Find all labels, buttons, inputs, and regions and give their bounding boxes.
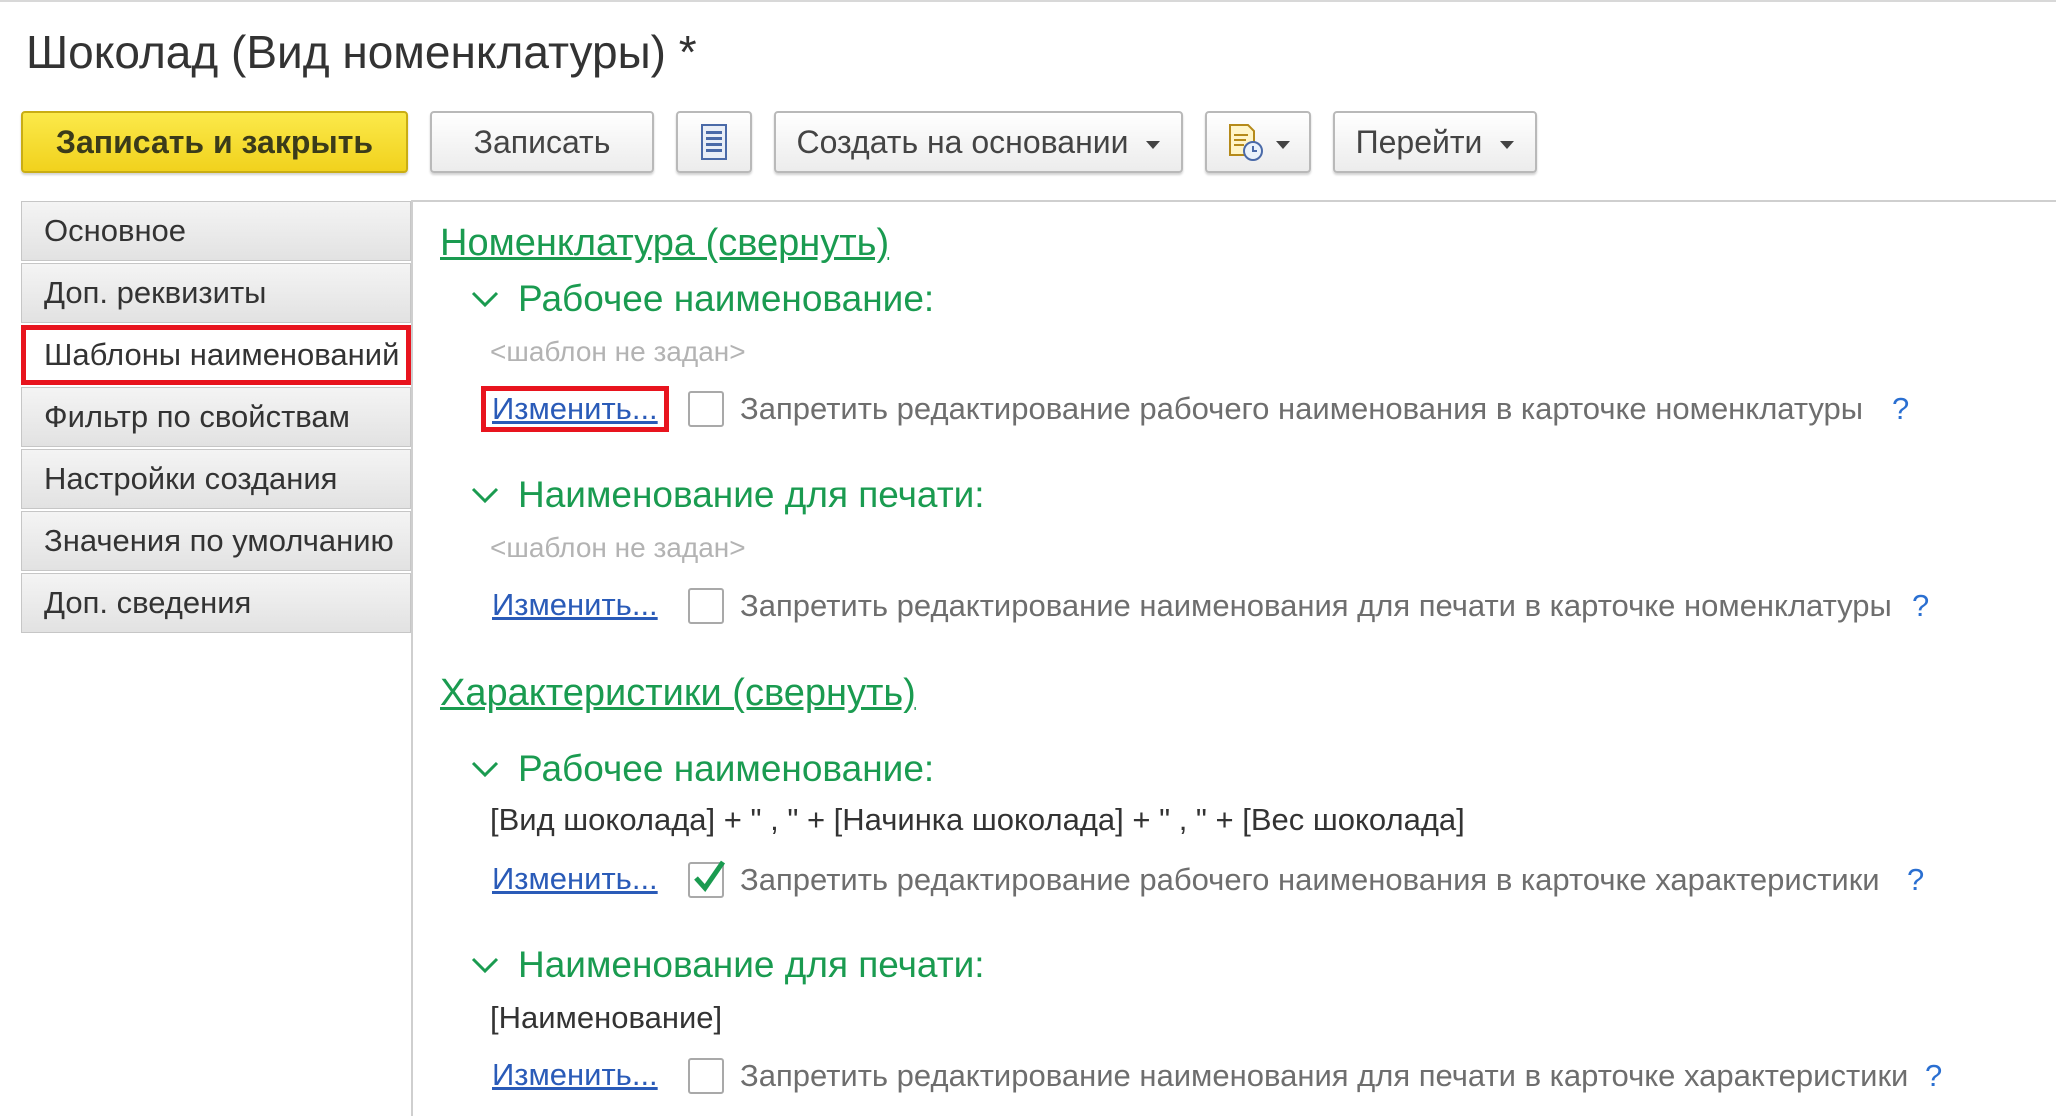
sidebar-item-label: Доп. реквизиты — [44, 275, 267, 310]
prohibit-edit-label: Запретить редактирование рабочего наимен… — [740, 862, 1880, 897]
chevron-down-icon — [470, 289, 500, 309]
sidebar-item-property-filter[interactable]: Фильтр по свойствам — [21, 387, 411, 447]
sidebar-item-label: Шаблоны наименований — [44, 337, 400, 372]
chevron-down-icon — [1500, 141, 1515, 149]
sidebar-item-default-values[interactable]: Значения по умолчанию — [21, 511, 411, 571]
prohibit-edit-label: Запретить редактирование наименования дл… — [740, 1058, 1909, 1093]
chevron-down-icon — [1276, 141, 1290, 149]
characteristics-working-name-group[interactable]: Рабочее наименование: — [470, 748, 934, 790]
prohibit-edit-label: Запретить редактирование рабочего наимен… — [740, 391, 1864, 426]
group-title-label: Наименование для печати: — [518, 474, 985, 515]
help-icon[interactable]: ? — [1912, 588, 1929, 624]
save-button[interactable]: Записать — [430, 111, 654, 173]
goto-button[interactable]: Перейти — [1333, 111, 1537, 173]
sidebar-item-label: Основное — [44, 213, 187, 248]
nomenclature-print-name-group[interactable]: Наименование для печати: — [470, 474, 985, 516]
sidebar-item-name-templates[interactable]: Шаблоны наименований — [21, 325, 411, 385]
sidebar-item-label: Фильтр по свойствам — [44, 399, 350, 434]
help-icon[interactable]: ? — [1925, 1058, 1942, 1094]
change-template-link[interactable]: Изменить... — [492, 587, 658, 623]
name-template-formula: [Наименование] — [490, 1000, 723, 1035]
create-based-on-button[interactable]: Создать на основании — [774, 111, 1183, 173]
save-and-close-button[interactable]: Записать и закрыть — [21, 111, 408, 173]
list-icon — [699, 123, 729, 161]
report-menu-button[interactable] — [1205, 111, 1311, 173]
help-icon[interactable]: ? — [1892, 391, 1909, 427]
sidebar-item-label: Значения по умолчанию — [44, 523, 394, 558]
nomenclature-collapse-link[interactable]: Номенклатура (свернуть) — [440, 222, 889, 265]
chevron-down-icon — [470, 955, 500, 975]
change-template-link[interactable]: Изменить... — [481, 386, 669, 432]
checkmark-icon — [694, 860, 726, 893]
sidebar-item-creation-settings[interactable]: Настройки создания — [21, 449, 411, 509]
prohibit-edit-label: Запретить редактирование наименования дл… — [740, 588, 1892, 623]
goto-label: Перейти — [1355, 123, 1483, 160]
characteristics-collapse-link[interactable]: Характеристики (свернуть) — [440, 672, 916, 715]
chevron-down-icon — [470, 759, 500, 779]
window-title: Шоколад (Вид номенклатуры) * — [26, 26, 697, 78]
prohibit-edit-checkbox[interactable] — [688, 860, 726, 898]
prohibit-edit-checkbox[interactable] — [688, 588, 724, 624]
change-template-link[interactable]: Изменить... — [492, 861, 658, 897]
characteristics-print-name-group[interactable]: Наименование для печати: — [470, 944, 985, 986]
list-button[interactable] — [676, 111, 752, 173]
sidebar-item-label: Настройки создания — [44, 461, 338, 496]
chevron-down-icon — [1146, 141, 1161, 149]
report-clock-icon — [1226, 122, 1264, 162]
sidebar-item-main[interactable]: Основное — [21, 201, 411, 261]
create-based-on-label: Создать на основании — [796, 123, 1129, 160]
change-template-link[interactable]: Изменить... — [492, 1057, 658, 1093]
prohibit-edit-checkbox[interactable] — [688, 391, 724, 427]
template-placeholder: <шаблон не задан> — [490, 532, 746, 563]
sidebar-item-additional-attributes[interactable]: Доп. реквизиты — [21, 263, 411, 323]
window-top-border — [0, 0, 2056, 2]
chevron-down-icon — [470, 485, 500, 505]
sidebar-item-additional-info[interactable]: Доп. сведения — [21, 573, 411, 633]
prohibit-edit-checkbox[interactable] — [688, 1058, 724, 1094]
name-templates-panel: Номенклатура (свернуть) Рабочее наименов… — [412, 202, 2056, 1116]
sidebar: Основное Доп. реквизиты Шаблоны наименов… — [21, 201, 411, 635]
template-placeholder: <шаблон не задан> — [490, 336, 746, 367]
help-icon[interactable]: ? — [1907, 862, 1924, 898]
group-title-label: Рабочее наименование: — [518, 748, 935, 789]
group-title-label: Рабочее наименование: — [518, 278, 935, 319]
sidebar-item-label: Доп. сведения — [44, 585, 252, 620]
toolbar: Записать и закрыть Записать Создать на о… — [21, 111, 2051, 177]
name-template-formula: [Вид шоколада] + " , " + [Начинка шокола… — [490, 802, 1465, 837]
group-title-label: Наименование для печати: — [518, 944, 985, 985]
nomenclature-working-name-group[interactable]: Рабочее наименование: — [470, 278, 934, 320]
